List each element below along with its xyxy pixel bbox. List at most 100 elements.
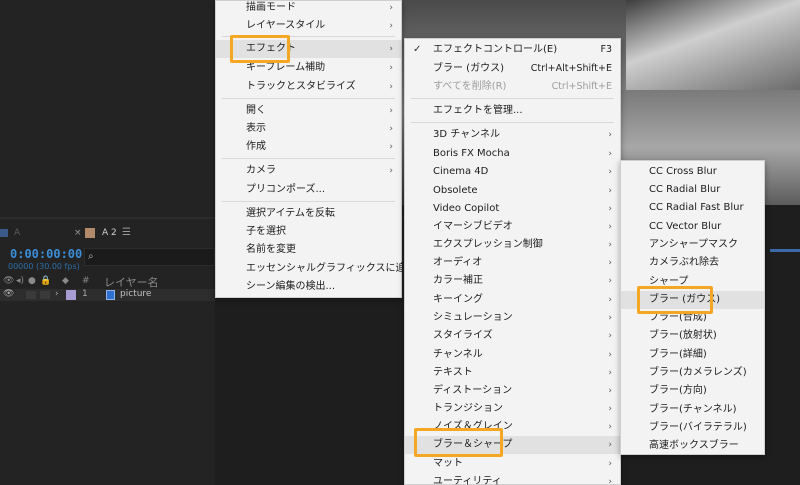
highlight-box-blur-sharpen [414,428,503,457]
layer-number: 1 [82,289,88,299]
chevron-right-icon: › [389,142,393,152]
menu-item-unsharp-mask[interactable]: アンシャープマスク [621,236,764,254]
chevron-right-icon: › [608,459,612,469]
menu-item-3d-channel[interactable]: 3D チャンネル › [405,126,620,144]
menu-item-matte[interactable]: マット › [405,455,620,473]
menu-item-camera-shake-deblur[interactable]: カメラぶれ除去 [621,254,764,272]
menu-item-reveal[interactable]: 表示 › [216,120,401,138]
chevron-right-icon: › [608,422,612,432]
layer-switch[interactable] [40,291,50,299]
menu-item-text[interactable]: テキスト › [405,364,620,382]
menu-item-layer-style[interactable]: レイヤースタイル › [216,17,401,35]
menu-item-create[interactable]: 作成 › [216,138,401,156]
menu-separator [411,122,614,123]
menu-item-bilateral-blur[interactable]: ブラー(バイラテラル) [621,419,764,437]
menu-item-channel-blur[interactable]: ブラー(チャンネル) [621,401,764,419]
menu-item-open[interactable]: 開く › [216,102,401,120]
menu-separator [411,98,614,99]
menu-item-channel[interactable]: チャンネル › [405,346,620,364]
chevron-right-icon: › [608,130,612,140]
close-tab-icon[interactable]: × [74,228,82,238]
menu-item-video-copilot[interactable]: Video Copilot › [405,200,620,218]
menu-item-track-stabilize[interactable]: トラックとスタビライズ › [216,78,401,96]
lock-icon[interactable]: 🔒 [40,276,51,286]
menu-item-keying[interactable]: キーイング › [405,291,620,309]
audio-icon[interactable]: ◂) [16,276,24,286]
menu-item-smart-blur[interactable]: ブラー(詳細) [621,346,764,364]
chevron-right-icon: › [608,440,612,450]
chevron-right-icon: › [608,404,612,414]
menu-item-remove-all: すべてを削除(R) Ctrl+Shift+E [433,81,612,92]
chevron-right-icon: › [608,240,612,250]
layer-name-header[interactable]: レイヤー名 [104,274,159,290]
menu-item-precompose[interactable]: プリコンポーズ... [216,181,401,199]
fps-readout: 00000 (30.00 fps) [8,262,80,271]
menu-item-invert-selection[interactable]: 選択アイテムを反転 [216,205,401,223]
menu-item-add-essential-graphics[interactable]: エッセンシャルグラフィックスに追加 [216,260,416,278]
highlight-box-effect [230,35,290,63]
chevron-right-icon: › [608,149,612,159]
chevron-right-icon: › [389,82,393,92]
menu-item-effect-controls[interactable]: ✓ エフェクトコントロール(E) F3 [405,41,620,59]
menu-item-cc-radial-blur[interactable]: CC Radial Blur [621,181,764,199]
layer-switch[interactable] [26,291,36,299]
menu-item-expression-controls[interactable]: エクスプレッション制御 › [405,236,620,254]
layer-search-input[interactable] [84,248,215,266]
menu-item-transition[interactable]: トランジション › [405,400,620,418]
eye-icon[interactable]: 👁 [3,276,14,286]
menu-item-cc-radial-fast-blur[interactable]: CC Radial Fast Blur [621,199,764,217]
menu-item-select-children[interactable]: 子を選択 [216,223,401,241]
comp-icon [85,228,95,238]
menu-separator [222,98,395,99]
chevron-right-icon: › [608,258,612,268]
chevron-right-icon: › [608,222,612,232]
chevron-right-icon: › [608,276,612,286]
checkmark-icon: ✓ [413,44,422,55]
menu-item-immersive-video[interactable]: イマーシブビデオ › [405,218,620,236]
menu-item-camera[interactable]: カメラ › [216,162,401,180]
menu-item-utility[interactable]: ユーティリティ › [405,473,620,485]
menu-item-scene-edit-detection[interactable]: シーン編集の検出... [216,278,401,296]
menu-item-stylize[interactable]: スタイライズ › [405,327,620,345]
menu-item-cinema-4d[interactable]: Cinema 4D › [405,163,620,181]
menu-item-distortion[interactable]: ディストーション › [405,382,620,400]
solo-icon[interactable]: ● [28,276,36,286]
panel-menu-icon[interactable]: ☰ [122,227,131,238]
menu-item-obsolete[interactable]: Obsolete › [405,182,620,200]
chevron-right-icon: › [608,386,612,396]
label-icon[interactable]: ◆ [62,276,69,286]
menu-item-radial-blur[interactable]: ブラー(放射状) [621,327,764,345]
chevron-right-icon: › [389,44,393,54]
menu-item-simulation[interactable]: シミュレーション › [405,309,620,327]
work-area-bar[interactable] [770,249,800,252]
chevron-right-icon: › [389,124,393,134]
menu-item-camera-lens-blur[interactable]: ブラー(カメラレンズ) [621,364,764,382]
tab-comp-a2[interactable]: A 2 [102,228,117,238]
hash-header: # [82,276,90,286]
chevron-right-icon: › [608,350,612,360]
timecode-display[interactable]: 0:00:00:00 [10,247,82,261]
menu-item-audio[interactable]: オーディオ › [405,254,620,272]
menu-item-fast-box-blur[interactable]: 高速ボックスブラー [621,437,764,455]
layer-visibility-icon[interactable]: 👁 [3,289,14,299]
chevron-right-icon: › [608,167,612,177]
layer-name[interactable]: picture [120,289,151,299]
layer-label-color[interactable] [66,290,76,300]
search-icon: ⌕ [88,251,94,262]
menu-item-manage-effects[interactable]: エフェクトを管理... [405,102,620,120]
chevron-right-icon: › [608,313,612,323]
menu-item-rename[interactable]: 名前を変更 [216,241,401,259]
menu-item-directional-blur[interactable]: ブラー(方向) [621,382,764,400]
menu-item-gaussian-blur-recent[interactable]: ブラー (ガウス) Ctrl+Alt+Shift+E [405,60,620,78]
menu-item-cc-cross-blur[interactable]: CC Cross Blur [621,163,764,181]
chevron-right-icon: › [608,186,612,196]
menu-item-blend-mode[interactable]: 描画モード › [216,0,401,17]
chevron-right-icon: › [608,331,612,341]
chevron-right-icon[interactable]: › [55,289,59,299]
menu-item-cc-vector-blur[interactable]: CC Vector Blur [621,218,764,236]
layer-row[interactable]: 👁 › 1 picture [0,289,215,301]
chevron-right-icon: › [608,204,612,214]
menu-item-color-correction[interactable]: カラー補正 › [405,272,620,290]
menu-item-boris-fx-mocha[interactable]: Boris FX Mocha › [405,145,620,163]
tab-comp-a[interactable]: A [0,228,40,242]
